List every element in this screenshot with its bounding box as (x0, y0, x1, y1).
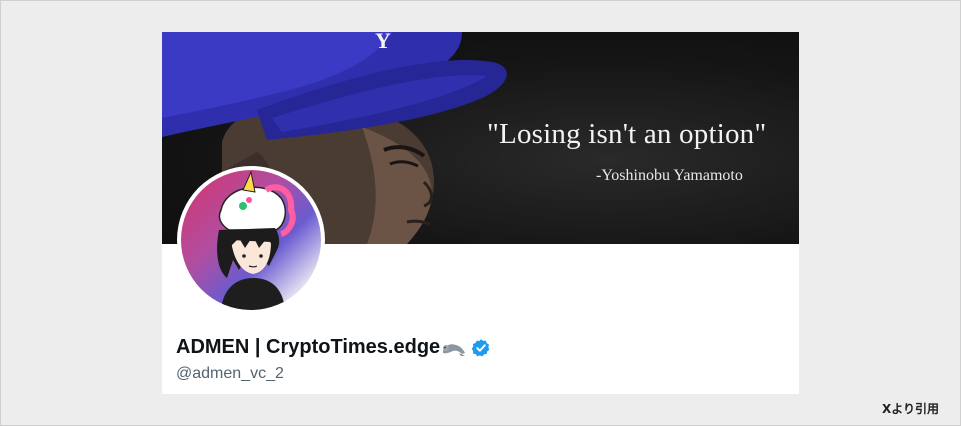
profile-handle[interactable]: @admen_vc_2 (176, 365, 284, 383)
avatar[interactable] (177, 166, 325, 314)
display-name[interactable]: ADMEN | CryptoTimes.edge (176, 336, 440, 359)
verified-badge-icon[interactable] (471, 338, 491, 358)
svg-text:Y: Y (375, 32, 391, 53)
banner-quote-author: -Yoshinobu Yamamoto (596, 167, 743, 184)
source-label: Xより引用 (881, 402, 939, 416)
banner-quote: "Losing isn't an option" (487, 118, 767, 150)
profile-name-row: ADMEN | CryptoTimes.edge (176, 336, 491, 359)
avatar-image (181, 170, 321, 310)
profile-card[interactable]: Y "Losing isn't an option" -Yoshinobu Ya… (162, 32, 799, 394)
seal-icon (441, 339, 467, 357)
